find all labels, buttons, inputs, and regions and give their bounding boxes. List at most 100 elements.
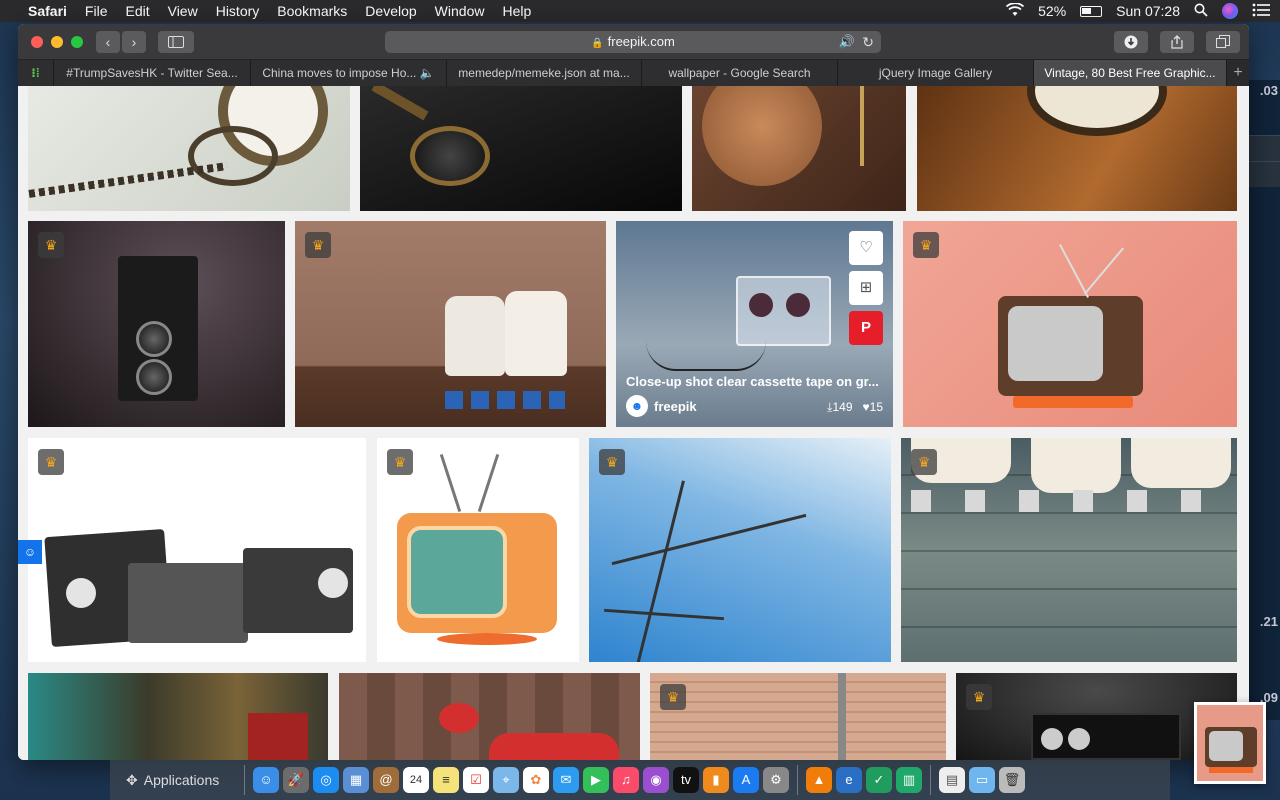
menu-view[interactable]: View xyxy=(168,3,198,19)
back-button[interactable]: ‹ xyxy=(96,31,120,53)
speaker-icon[interactable]: 🔊 xyxy=(839,31,855,53)
documents-folder-icon[interactable]: ▤ xyxy=(939,767,965,793)
tab-jquery-gallery[interactable]: jQuery Image Gallery xyxy=(838,60,1034,86)
image-tile-bronze-dial[interactable] xyxy=(692,86,906,211)
tab-twitter[interactable]: #TrumpSavesHK - Twitter Sea... xyxy=(54,60,251,86)
minimize-window-button[interactable] xyxy=(51,36,63,48)
numbers-app-icon[interactable]: ▥ xyxy=(896,767,922,793)
tab-china-news[interactable]: China moves to impose Ho... 🔈 xyxy=(251,60,447,86)
facetime-icon[interactable]: ▶ xyxy=(583,767,609,793)
add-to-collection-button[interactable]: ⊞ xyxy=(849,271,883,305)
finder-icon[interactable]: ☺ xyxy=(253,767,279,793)
collection-icon: ⊞ xyxy=(859,279,873,296)
battery-icon[interactable] xyxy=(1080,5,1103,17)
tab-github[interactable]: memedep/memeke.json at ma... xyxy=(447,60,642,86)
image-tile-roller-skates[interactable]: ♛ xyxy=(295,221,606,427)
image-tile-brick-wall[interactable]: ♛ xyxy=(650,673,946,760)
image-grid: ♛ ♛ ♡ ⊞ P Close-up shot clear cassette t… xyxy=(18,86,1249,760)
tab-google-search[interactable]: wallpaper - Google Search xyxy=(642,60,838,86)
menu-develop[interactable]: Develop xyxy=(365,3,416,19)
reminders-icon[interactable]: ☑ xyxy=(463,767,489,793)
system-preferences-icon[interactable]: ⚙ xyxy=(763,767,789,793)
author-link[interactable]: ☻ freepik xyxy=(626,395,697,417)
applications-stack[interactable]: ✥ Applications xyxy=(118,772,236,789)
image-tile-market-shop[interactable] xyxy=(28,673,328,760)
messages-icon[interactable]: ✉ xyxy=(553,767,579,793)
edge-browser-icon[interactable]: e xyxy=(836,767,862,793)
close-window-button[interactable] xyxy=(31,36,43,48)
heart-icon: ♡ xyxy=(859,239,873,256)
heart-icon: ♥ xyxy=(862,400,870,414)
image-tile-retro-tv-pink[interactable]: ♛ xyxy=(903,221,1237,427)
user-feedback-button[interactable]: ☺ xyxy=(18,540,42,564)
sidebar-toggle-button[interactable] xyxy=(158,31,194,53)
tab-freepik-active[interactable]: Vintage, 80 Best Free Graphic... xyxy=(1034,60,1227,86)
tab-label: wallpaper - Google Search xyxy=(668,66,811,80)
address-bar[interactable]: 🔒 freepik.com 🔊 ↻ xyxy=(385,31,881,53)
menu-bar: Safari File Edit View History Bookmarks … xyxy=(0,0,1280,22)
siri-icon[interactable] xyxy=(1222,3,1238,19)
image-tile-scooter-wall[interactable] xyxy=(339,673,640,760)
forward-button[interactable]: › xyxy=(122,31,146,53)
menu-help[interactable]: Help xyxy=(502,3,531,19)
image-tile-antenna-sky[interactable]: ♛ xyxy=(589,438,891,662)
hover-actions: ♡ ⊞ P xyxy=(849,231,883,345)
image-tile-wood-watch[interactable] xyxy=(917,86,1237,211)
photos-icon[interactable]: ✿ xyxy=(523,767,549,793)
trash-icon[interactable]: 🗑 xyxy=(999,767,1025,793)
downloads-button[interactable] xyxy=(1114,31,1148,53)
dock-separator xyxy=(797,765,798,795)
premium-crown-icon: ♛ xyxy=(911,449,937,475)
zoom-window-button[interactable] xyxy=(71,36,83,48)
notification-center-icon[interactable] xyxy=(1252,3,1270,20)
preview-icon[interactable]: ▦ xyxy=(343,767,369,793)
image-tile-vhs-tapes[interactable]: ♛ xyxy=(28,438,366,662)
premium-crown-icon: ♛ xyxy=(305,232,331,258)
spotlight-search-icon[interactable] xyxy=(1194,3,1208,20)
downloads-folder-icon[interactable]: ▭ xyxy=(969,767,995,793)
image-title[interactable]: Close-up shot clear cassette tape on gr.… xyxy=(626,374,884,389)
clock-graphic xyxy=(1027,86,1167,136)
calendar-icon[interactable]: 24 xyxy=(403,767,429,793)
menu-history[interactable]: History xyxy=(216,3,260,19)
books-icon[interactable]: ▮ xyxy=(703,767,729,793)
launchpad-icon[interactable]: 🚀 xyxy=(283,767,309,793)
pinterest-button[interactable]: P xyxy=(849,311,883,345)
new-tab-button[interactable]: + xyxy=(1227,60,1249,86)
menu-app-name[interactable]: Safari xyxy=(28,3,67,19)
tab-pinned[interactable]: ⁝⁞ xyxy=(18,60,54,86)
speaker-icon[interactable]: 🔈 xyxy=(420,66,435,80)
menu-edit[interactable]: Edit xyxy=(125,3,149,19)
notes-icon[interactable]: ≡ xyxy=(433,767,459,793)
safari-icon[interactable]: ◎ xyxy=(313,767,339,793)
podcasts-icon[interactable]: ◉ xyxy=(643,767,669,793)
apple-tv-icon[interactable]: tv xyxy=(673,767,699,793)
camera-lens-graphic xyxy=(1041,728,1063,750)
wifi-icon[interactable] xyxy=(1006,1,1025,20)
image-tile-cartoon-tv[interactable]: ♛ xyxy=(377,438,579,662)
app-store-icon[interactable]: A xyxy=(733,767,759,793)
share-button[interactable] xyxy=(1160,31,1194,53)
menu-window[interactable]: Window xyxy=(435,3,485,19)
tab-overview-button[interactable] xyxy=(1206,31,1240,53)
image-tile-magnifier[interactable] xyxy=(360,86,682,211)
image-tile-skates-on-wood[interactable]: ♛ xyxy=(901,438,1237,662)
maps-icon[interactable]: ⌖ xyxy=(493,767,519,793)
clock[interactable]: Sun 07:28 xyxy=(1116,3,1180,19)
reload-icon[interactable]: ↻ xyxy=(862,31,874,53)
like-button[interactable]: ♡ xyxy=(849,231,883,265)
tape-reel-graphic xyxy=(318,568,348,598)
image-tile-cassette-tape-hovered[interactable]: ♡ ⊞ P Close-up shot clear cassette tape … xyxy=(616,221,893,427)
menu-file[interactable]: File xyxy=(85,3,108,19)
vlc-icon[interactable]: ▲ xyxy=(806,767,832,793)
menu-bookmarks[interactable]: Bookmarks xyxy=(277,3,347,19)
vhs-tape-graphic xyxy=(128,563,248,643)
contacts-icon[interactable]: @ xyxy=(373,767,399,793)
image-tile-pocket-watch[interactable] xyxy=(28,86,350,211)
lock-icon: 🔒 xyxy=(591,38,604,49)
vpn-app-icon[interactable]: ✓ xyxy=(866,767,892,793)
user-icon: ☺ xyxy=(23,545,37,559)
music-icon[interactable]: ♫ xyxy=(613,767,639,793)
screenshot-thumbnail[interactable] xyxy=(1194,702,1266,784)
image-tile-twin-lens-camera[interactable]: ♛ xyxy=(28,221,285,427)
